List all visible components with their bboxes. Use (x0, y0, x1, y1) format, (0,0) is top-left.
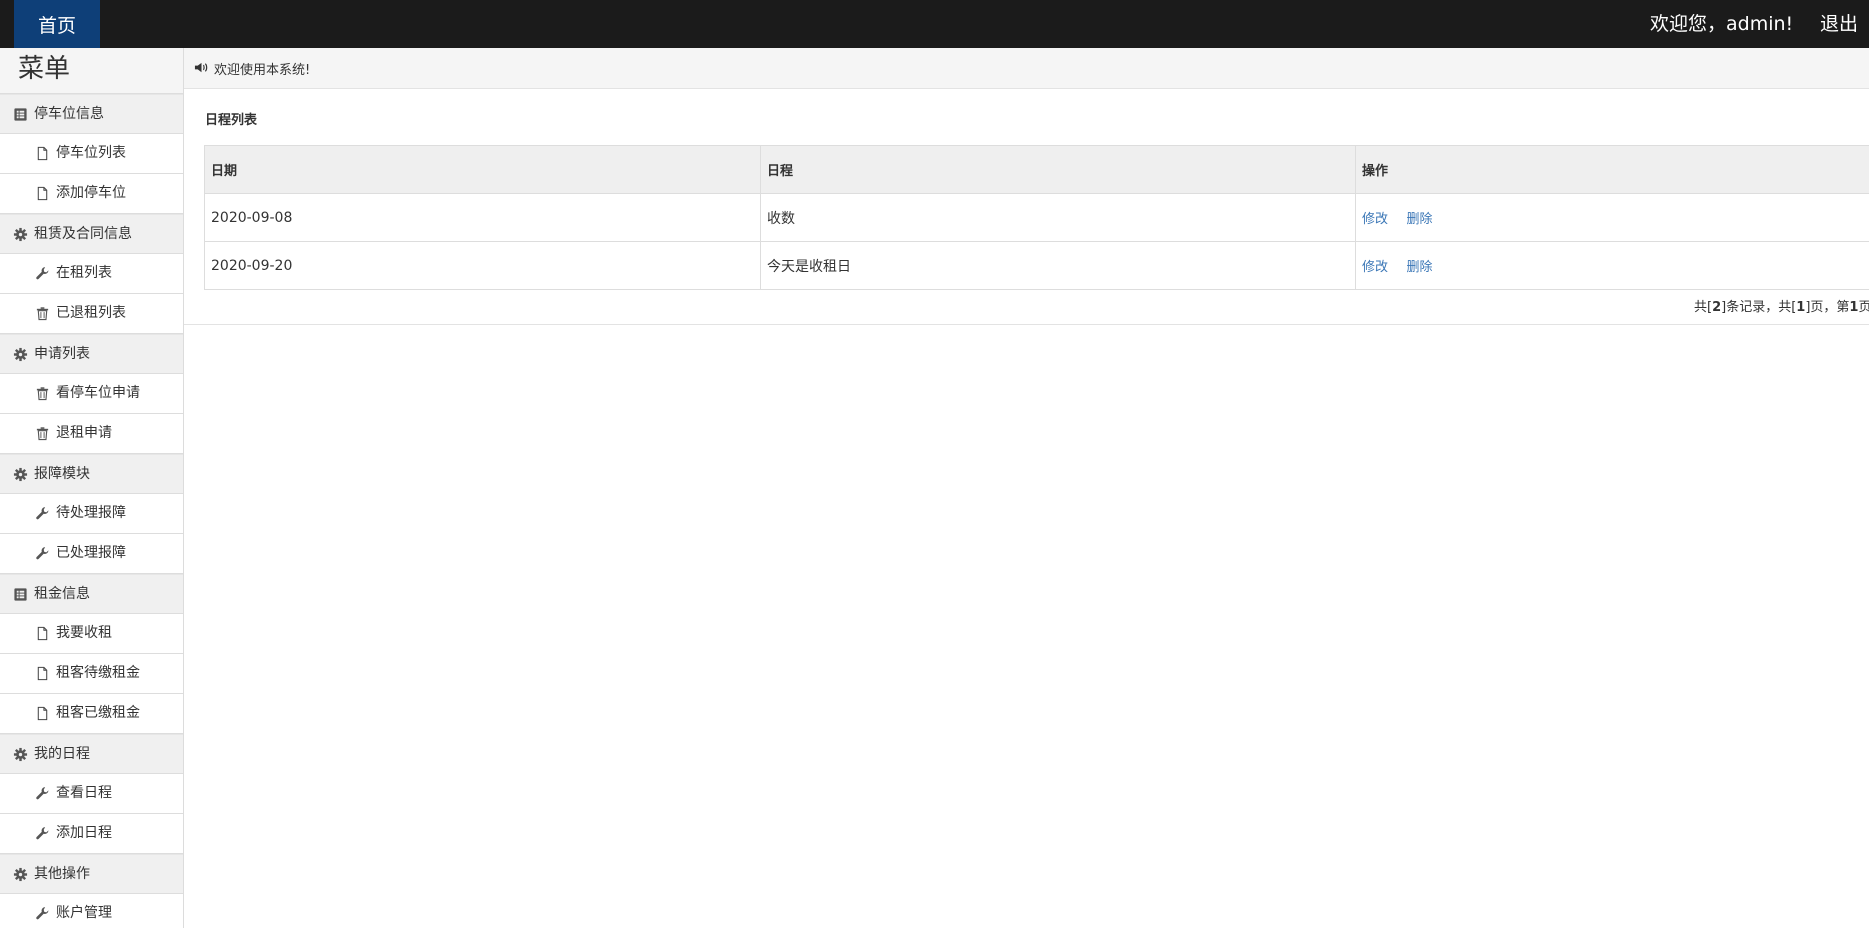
sidebar-item[interactable]: 租客已缴租金 (0, 694, 183, 734)
menu-group-header[interactable]: 申请列表 (0, 334, 183, 374)
home-button[interactable]: 首页 (14, 0, 100, 48)
logout-button[interactable]: 退出 (1820, 0, 1858, 48)
column-header-event: 日程 (760, 145, 1356, 194)
sidebar-item-label: 看停车位申请 (56, 385, 140, 401)
file-icon (35, 706, 50, 721)
file-icon (35, 146, 50, 161)
table-row: 2020-09-20 今天是收租日 修改 删除 (204, 241, 1869, 290)
menu-group-header[interactable]: 停车位信息 (0, 94, 183, 134)
pagination-info: 共[2]条记录，共[1]页，第1页 (1694, 296, 1869, 315)
table-header-row: 日期 日程 操作 (204, 145, 1869, 194)
file-icon (35, 186, 50, 201)
menu-group-label: 租赁及合同信息 (34, 225, 132, 242)
sidebar-item[interactable]: 待处理报障 (0, 494, 183, 534)
menu-group-header[interactable]: 其他操作 (0, 854, 183, 894)
trash-icon (35, 386, 50, 401)
wrench-icon (35, 786, 50, 801)
sidebar-item[interactable]: 添加停车位 (0, 174, 183, 214)
sidebar-item-label: 添加日程 (56, 825, 112, 841)
sidebar-item-label: 退租申请 (56, 425, 112, 441)
sidebar-item-label: 停车位列表 (56, 145, 126, 161)
sidebar-item-label: 添加停车位 (56, 185, 126, 201)
sidebar-item[interactable]: 停车位列表 (0, 134, 183, 174)
pager-total-pages: 1 (1796, 300, 1806, 315)
file-icon (35, 626, 50, 641)
cell-date: 2020-09-20 (204, 241, 761, 290)
sidebar-item-label: 我要收租 (56, 625, 112, 641)
sidebar-item[interactable]: 已处理报障 (0, 534, 183, 574)
gear-icon (13, 227, 28, 242)
sidebar-item-label: 在租列表 (56, 265, 112, 281)
menu-group-label: 租金信息 (34, 585, 90, 602)
edit-link[interactable]: 修改 (1362, 212, 1388, 227)
menu-group-label: 停车位信息 (34, 105, 104, 122)
sidebar-item[interactable]: 在租列表 (0, 254, 183, 294)
pager-suffix: 页 (1858, 300, 1869, 315)
gear-icon (13, 747, 28, 762)
cell-date: 2020-09-08 (204, 193, 761, 242)
menu-group-label: 报障模块 (34, 465, 90, 482)
list-book-icon (13, 587, 28, 602)
table-row: 2020-09-08 收数 修改 删除 (204, 193, 1869, 242)
sidebar-item[interactable]: 租客待缴租金 (0, 654, 183, 694)
menu-group-header[interactable]: 租金信息 (0, 574, 183, 614)
sidebar-item[interactable]: 已退租列表 (0, 294, 183, 334)
panel-title: 日程列表 (205, 113, 258, 128)
sidebar-item[interactable]: 账户管理 (0, 894, 183, 928)
sidebar-item-label: 查看日程 (56, 785, 112, 801)
file-icon (35, 666, 50, 681)
wrench-icon (35, 506, 50, 521)
schedule-table: 日期 日程 操作 2020-09-08 收数 修改 删除 2020-09-20 … (204, 145, 1869, 290)
sidebar-item[interactable]: 查看日程 (0, 774, 183, 814)
menu-groups: 停车位信息停车位列表添加停车位租赁及合同信息 在租列表已退租列表申请列表看停车位申… (0, 94, 183, 928)
pager-mid2: ]页，第 (1805, 300, 1850, 315)
gear-icon (13, 347, 28, 362)
schedule-panel: 日程列表 日期 日程 操作 2020-09-08 收数 修改 删除 2020-0… (184, 89, 1869, 325)
pager-total-records: 2 (1712, 300, 1722, 315)
sidebar-item-label: 已退租列表 (56, 305, 126, 321)
sidebar-item-label: 租客待缴租金 (56, 665, 140, 681)
cell-event: 收数 (760, 193, 1356, 242)
menu-group-header[interactable]: 报障模块 (0, 454, 183, 494)
cell-actions: 修改 删除 (1355, 193, 1869, 242)
wrench-icon (35, 546, 50, 561)
edit-link[interactable]: 修改 (1362, 260, 1388, 275)
sidebar-item-label: 租客已缴租金 (56, 705, 140, 721)
sidebar-item[interactable]: 添加日程 (0, 814, 183, 854)
sidebar-item[interactable]: 退租申请 (0, 414, 183, 454)
column-header-actions: 操作 (1355, 145, 1869, 194)
cell-actions: 修改 删除 (1355, 241, 1869, 290)
pager-mid1: ]条记录，共[ (1721, 300, 1797, 315)
wrench-icon (35, 906, 50, 921)
wrench-icon (35, 266, 50, 281)
volume-icon (194, 60, 210, 76)
menu-group-header[interactable]: 租赁及合同信息 (0, 214, 183, 254)
sidebar-item-label: 已处理报障 (56, 545, 126, 561)
sidebar-item-label: 待处理报障 (56, 505, 126, 521)
trash-icon (35, 426, 50, 441)
menu-group-label: 申请列表 (34, 345, 90, 362)
sidebar-menu: 菜单 停车位信息停车位列表添加停车位租赁及合同信息 在租列表已退租列表申请列表看停… (0, 48, 184, 928)
welcome-user-text: 欢迎您，admin! (1650, 13, 1794, 35)
sidebar-item[interactable]: 看停车位申请 (0, 374, 183, 414)
trash-icon (35, 306, 50, 321)
notice-bar: 欢迎使用本系统! (184, 48, 1869, 89)
sidebar-item-label: 账户管理 (56, 905, 112, 921)
menu-title: 菜单 (0, 48, 183, 94)
notice-text: 欢迎使用本系统! (214, 62, 311, 78)
list-book-icon (13, 107, 28, 122)
column-header-date: 日期 (204, 145, 761, 194)
gear-icon (13, 467, 28, 482)
top-navbar: 首页 欢迎您，admin! 退出 (0, 0, 1869, 48)
menu-group-label: 我的日程 (34, 745, 90, 762)
gear-icon (13, 867, 28, 882)
delete-link[interactable]: 删除 (1406, 260, 1432, 275)
pager-prefix: 共[ (1694, 300, 1713, 315)
delete-link[interactable]: 删除 (1406, 212, 1432, 227)
menu-group-header[interactable]: 我的日程 (0, 734, 183, 774)
sidebar-item[interactable]: 我要收租 (0, 614, 183, 654)
menu-group-label: 其他操作 (34, 865, 90, 882)
cell-event: 今天是收租日 (760, 241, 1356, 290)
wrench-icon (35, 826, 50, 841)
